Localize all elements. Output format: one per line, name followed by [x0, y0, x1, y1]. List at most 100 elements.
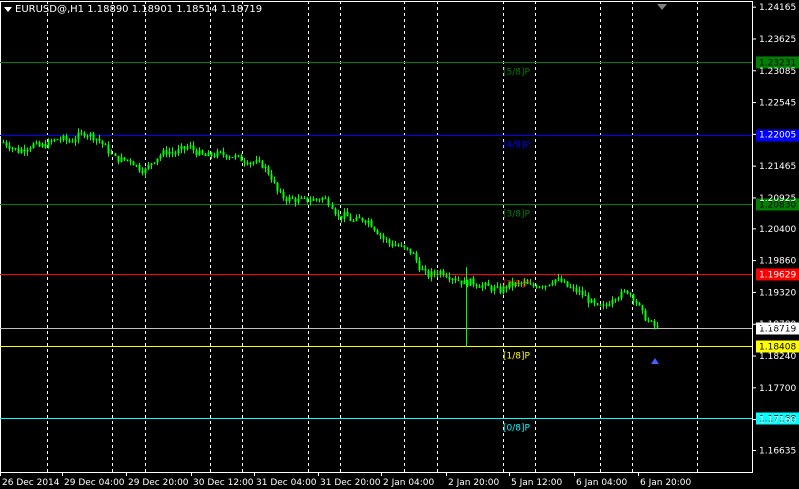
candle-body	[605, 304, 608, 306]
candle	[548, 284, 551, 287]
candle	[361, 217, 364, 223]
candle-body	[650, 320, 653, 322]
candle-body	[110, 153, 113, 155]
candle-body	[198, 150, 201, 156]
candle-body	[68, 140, 71, 142]
candle	[11, 146, 14, 153]
candle	[288, 194, 291, 204]
candle	[80, 129, 83, 136]
time-tick-label: 6 Jan 04:00	[576, 478, 628, 488]
candle-body	[614, 299, 617, 301]
candle-body	[168, 151, 171, 155]
time-tick-label: 31 Dec 20:00	[320, 478, 381, 488]
candle	[541, 285, 544, 290]
candle	[349, 213, 352, 222]
candle	[261, 159, 264, 169]
murrey-levels: [5/8]P1.23231[4/8]P1.22000[3/8]P1.20830[…	[0, 56, 799, 434]
candle-body	[538, 286, 541, 288]
candle	[376, 228, 379, 235]
chart-grid	[0, 1, 753, 473]
candle	[20, 146, 23, 154]
candle	[587, 292, 590, 308]
candle	[327, 196, 330, 208]
candle	[487, 279, 490, 287]
candle-body	[475, 284, 478, 287]
candle	[156, 158, 159, 166]
candle	[204, 152, 207, 157]
candle-body	[355, 217, 358, 221]
candle-body	[638, 302, 641, 306]
candle	[129, 158, 132, 166]
candle	[481, 281, 484, 292]
candle	[147, 161, 150, 171]
price-axis: 1.24165 1.23625 1.23085 1.22545 1.22005 1.214…	[752, 3, 796, 457]
candle	[53, 138, 56, 143]
candle-body	[349, 216, 352, 221]
candle	[593, 298, 596, 307]
candle-body	[454, 278, 457, 281]
price-tick-label: 1.21465	[759, 162, 796, 172]
candle	[599, 304, 602, 307]
candle-body	[129, 159, 132, 162]
candle	[493, 284, 496, 295]
candle-body	[201, 150, 204, 155]
candle	[195, 148, 198, 158]
candle	[418, 256, 421, 273]
candle	[2, 139, 5, 144]
candle-body	[376, 230, 379, 235]
candle	[174, 150, 177, 157]
candle-body	[324, 197, 327, 199]
candle	[222, 147, 225, 158]
candle	[472, 275, 475, 288]
candle	[86, 134, 89, 140]
candle-body	[14, 148, 17, 150]
candle	[35, 140, 38, 145]
candle-body	[560, 278, 563, 282]
candle-body	[526, 281, 529, 284]
candle	[334, 207, 337, 217]
candle	[162, 147, 165, 158]
candle	[448, 272, 451, 283]
candle-body	[165, 150, 168, 155]
candle	[177, 145, 180, 157]
candle-body	[213, 156, 216, 158]
candle-body	[41, 144, 44, 147]
candle-body	[174, 153, 177, 155]
candle	[183, 145, 186, 154]
candle-body	[231, 157, 234, 159]
candle-body	[38, 142, 41, 147]
candle	[469, 278, 472, 286]
candle	[270, 169, 273, 183]
candle-body	[95, 138, 98, 141]
candle-body	[285, 198, 288, 202]
candle	[243, 157, 246, 167]
candle	[355, 214, 358, 222]
candle	[14, 147, 17, 151]
candle	[120, 153, 123, 163]
candle-body	[50, 140, 53, 142]
candle-body	[566, 281, 569, 287]
candle	[400, 242, 403, 247]
candle-body	[478, 286, 481, 288]
candle	[192, 141, 195, 154]
candle	[219, 150, 222, 154]
candle-body	[557, 278, 560, 280]
candle	[445, 272, 448, 279]
candle	[168, 147, 171, 158]
candle	[104, 142, 107, 146]
candle-body	[246, 162, 249, 165]
price-tick-label: 1.19860	[759, 257, 796, 267]
candle	[198, 147, 201, 156]
candle	[98, 134, 101, 144]
price-chart[interactable]: [5/8]P1.23231[4/8]P1.22000[3/8]P1.20830[…	[0, 0, 799, 489]
candle	[300, 195, 303, 199]
candle-body	[59, 139, 62, 141]
candle-body	[74, 139, 77, 142]
candle	[180, 143, 183, 154]
candle	[282, 189, 285, 201]
candle-body	[153, 162, 156, 164]
candle	[5, 140, 8, 149]
candle	[135, 164, 138, 168]
candle-body	[337, 214, 340, 216]
candle	[379, 232, 382, 240]
